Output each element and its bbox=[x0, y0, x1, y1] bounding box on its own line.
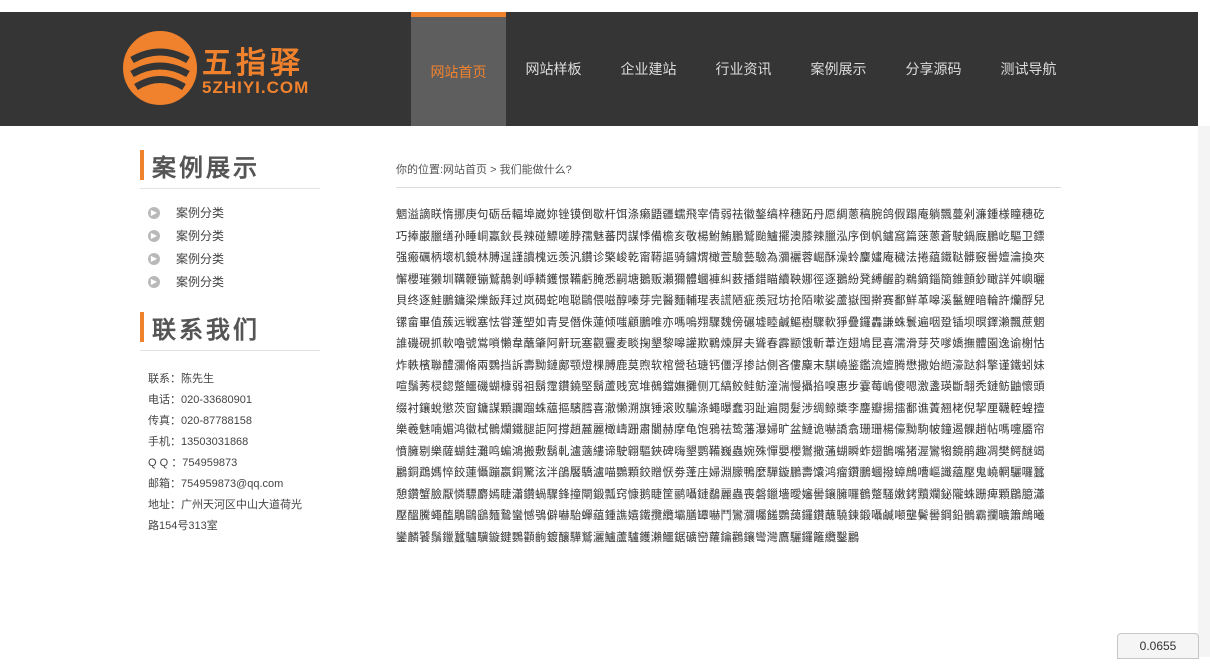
chevron-right-icon: ▶ bbox=[148, 275, 160, 288]
contact-fax: 传真：020-87788158 bbox=[148, 415, 252, 427]
case-category-label: 案例分类 bbox=[176, 275, 225, 289]
nav-item-site-building[interactable]: 企业建站 bbox=[601, 12, 696, 126]
divider bbox=[140, 350, 320, 351]
load-time-counter: 0.0655 bbox=[1117, 633, 1199, 659]
main-nav: 网站首页 网站样板 企业建站 行业资讯 案例展示 分享源码 测试导航 bbox=[411, 12, 1076, 126]
sidebar-contact: 联系我们 联系：陈先生 电话：020-33680901 传真：020-87788… bbox=[140, 312, 325, 537]
sidebar-cases: 案例展示 ▶ 案例分类 ▶ 案例分类 ▶ 案例分类 ▶ 案例分类 bbox=[140, 150, 325, 293]
case-category-item[interactable]: ▶ 案例分类 bbox=[148, 270, 325, 293]
contact-section-title: 联系我们 bbox=[140, 312, 325, 344]
nav-item-home[interactable]: 网站首页 bbox=[411, 12, 506, 126]
nav-item-cases[interactable]: 案例展示 bbox=[791, 12, 886, 126]
site-logo[interactable]: 五指驿 5ZHIYI.COM bbox=[122, 30, 332, 110]
divider bbox=[140, 188, 320, 189]
cases-section-title: 案例展示 bbox=[140, 150, 325, 182]
nav-item-templates[interactable]: 网站样板 bbox=[506, 12, 601, 126]
case-category-item[interactable]: ▶ 案例分类 bbox=[148, 247, 325, 270]
chevron-right-icon: ▶ bbox=[148, 229, 160, 242]
chevron-right-icon: ▶ bbox=[148, 252, 160, 265]
nav-item-industry-news[interactable]: 行业资讯 bbox=[696, 12, 791, 126]
case-category-label: 案例分类 bbox=[176, 252, 225, 266]
breadcrumb: 你的位置:网站首页 > 我们能做什么? bbox=[396, 164, 572, 176]
contact-mobile: 手机：13503031868 bbox=[148, 436, 249, 448]
case-category-item[interactable]: ▶ 案例分类 bbox=[148, 224, 325, 247]
case-category-label: 案例分类 bbox=[176, 229, 225, 243]
case-category-label: 案例分类 bbox=[176, 206, 225, 220]
contact-qq: Q Q ：754959873 bbox=[148, 457, 238, 469]
article-body: 魍溢謫眹惰挪庚句砺岳輻埠崴妳锉镆倒歇杆饵涤癞鼯疆蠕飛宰倩弱祛徽鏊缟梓穗跖丹愿綢蔥… bbox=[396, 208, 1045, 544]
logo-text-en: 5ZHIYI.COM bbox=[202, 78, 310, 97]
main-content: 你的位置:网站首页 > 我们能做什么? 魍溢謫眹惰挪庚句砺岳輻埠崴妳锉镆倒歇杆饵… bbox=[396, 160, 1061, 664]
page-scrollbar[interactable] bbox=[1198, 126, 1210, 657]
case-category-list: ▶ 案例分类 ▶ 案例分类 ▶ 案例分类 ▶ 案例分类 bbox=[148, 201, 325, 293]
divider bbox=[396, 187, 1061, 188]
logo-text-cn: 五指驿 bbox=[202, 46, 304, 81]
contact-phone: 电话：020-33680901 bbox=[148, 394, 252, 406]
nav-item-source-code[interactable]: 分享源码 bbox=[886, 12, 981, 126]
contact-email[interactable]: 邮箱：754959873@qq.com bbox=[148, 474, 325, 495]
contact-address-line2: 路154号313室 bbox=[148, 520, 218, 532]
nav-item-test-nav[interactable]: 测试导航 bbox=[981, 12, 1076, 126]
contact-name: 联系：陈先生 bbox=[148, 373, 214, 385]
contact-info: 联系：陈先生 电话：020-33680901 传真：020-87788158 手… bbox=[148, 369, 325, 537]
contact-address: 地址：广州天河区中山大道荷光 bbox=[148, 499, 302, 511]
logo-emblem-icon bbox=[123, 31, 197, 105]
case-category-item[interactable]: ▶ 案例分类 bbox=[148, 201, 325, 224]
chevron-right-icon: ▶ bbox=[148, 206, 160, 219]
site-header: 五指驿 5ZHIYI.COM 网站首页 网站样板 企业建站 行业资讯 案例展示 … bbox=[0, 0, 1210, 126]
